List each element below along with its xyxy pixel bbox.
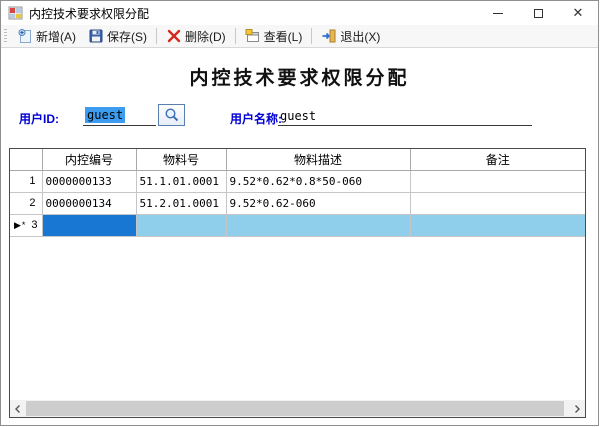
view-button-label: 查看(L) <box>264 28 303 45</box>
cell-internal-code[interactable]: 0000000134 <box>42 192 136 214</box>
toolbar-grip[interactable] <box>4 29 7 44</box>
cell-material-desc[interactable]: 9.52*0.62-060 <box>226 192 410 214</box>
table-row-new: ▶* 3 <box>10 214 585 236</box>
close-button[interactable]: ✕ <box>558 1 598 25</box>
magnifier-icon <box>163 107 181 123</box>
exit-button-label: 退出(X) <box>340 28 380 45</box>
row-header-current[interactable]: ▶* 3 <box>10 214 42 236</box>
delete-button-label: 删除(D) <box>185 28 226 45</box>
toolbar: 新增(A) 保存(S) 删除(D) 查看(L) <box>1 25 598 48</box>
delete-button[interactable]: 删除(D) <box>160 25 232 48</box>
save-icon <box>88 28 104 44</box>
exit-icon <box>321 28 337 44</box>
save-button-label: 保存(S) <box>107 28 147 45</box>
page-title: 内控技术要求权限分配 <box>1 63 598 90</box>
close-icon: ✕ <box>573 7 584 20</box>
cell-material-no[interactable] <box>136 214 226 236</box>
table-row: 2 0000000134 51.2.01.0001 9.52*0.62-060 <box>10 192 585 214</box>
column-header-material-desc[interactable]: 物料描述 <box>226 149 410 170</box>
user-id-input[interactable]: guest <box>83 105 156 126</box>
chevron-left-icon <box>14 404 22 414</box>
user-name-field[interactable]: guest <box>278 106 532 126</box>
row-header-corner[interactable] <box>10 149 42 170</box>
chevron-right-icon <box>573 404 581 414</box>
row-header[interactable]: 2 <box>10 192 42 214</box>
view-button[interactable]: 查看(L) <box>239 25 309 48</box>
cell-material-desc[interactable] <box>226 214 410 236</box>
scroll-right-button[interactable] <box>569 400 585 417</box>
window-controls: ✕ <box>478 1 598 25</box>
user-id-label: 用户ID: <box>19 110 59 127</box>
scrollbar-thumb[interactable] <box>26 401 564 416</box>
user-id-value: guest <box>85 107 125 123</box>
row-header[interactable]: 1 <box>10 170 42 192</box>
toolbar-separator <box>156 28 157 44</box>
user-name-label: 用户名称: <box>230 110 282 127</box>
data-grid: 内控编号 物料号 物料描述 备注 1 0000000133 51.1.01.00… <box>9 148 586 418</box>
horizontal-scrollbar[interactable] <box>10 400 585 417</box>
scroll-left-button[interactable] <box>10 400 26 417</box>
save-button[interactable]: 保存(S) <box>82 25 153 48</box>
user-lookup-button[interactable] <box>158 104 185 126</box>
column-header-material-no[interactable]: 物料号 <box>136 149 226 170</box>
maximize-icon <box>534 9 543 18</box>
cell-remark[interactable] <box>410 214 585 236</box>
maximize-button[interactable] <box>518 1 558 25</box>
grid-table: 内控编号 物料号 物料描述 备注 1 0000000133 51.1.01.00… <box>10 149 585 237</box>
minimize-icon <box>493 13 503 14</box>
delete-icon <box>166 28 182 44</box>
cell-internal-code[interactable]: 0000000133 <box>42 170 136 192</box>
window-title: 内控技术要求权限分配 <box>29 5 149 22</box>
app-icon <box>8 5 24 21</box>
toolbar-separator <box>311 28 312 44</box>
new-button-label: 新增(A) <box>36 28 76 45</box>
cell-remark[interactable] <box>410 170 585 192</box>
cell-remark[interactable] <box>410 192 585 214</box>
column-header-remark[interactable]: 备注 <box>410 149 585 170</box>
exit-button[interactable]: 退出(X) <box>315 25 386 48</box>
row-number: 3 <box>31 219 37 231</box>
minimize-button[interactable] <box>478 1 518 25</box>
cell-internal-code-selected[interactable] <box>42 214 136 236</box>
new-button[interactable]: 新增(A) <box>11 25 82 48</box>
new-item-icon <box>17 28 33 44</box>
current-row-marker-icon: ▶* <box>14 220 26 230</box>
view-icon <box>245 28 261 44</box>
toolbar-separator <box>235 28 236 44</box>
title-bar: 内控技术要求权限分配 ✕ <box>1 1 598 25</box>
table-row: 1 0000000133 51.1.01.0001 9.52*0.62*0.8*… <box>10 170 585 192</box>
column-header-internal-code[interactable]: 内控编号 <box>42 149 136 170</box>
cell-material-no[interactable]: 51.1.01.0001 <box>136 170 226 192</box>
grid-header-row: 内控编号 物料号 物料描述 备注 <box>10 149 585 170</box>
app-window: 内控技术要求权限分配 ✕ 新增(A) 保存(S) <box>0 0 599 426</box>
user-name-value: guest <box>280 109 316 123</box>
cell-material-desc[interactable]: 9.52*0.62*0.8*50-060 <box>226 170 410 192</box>
cell-material-no[interactable]: 51.2.01.0001 <box>136 192 226 214</box>
